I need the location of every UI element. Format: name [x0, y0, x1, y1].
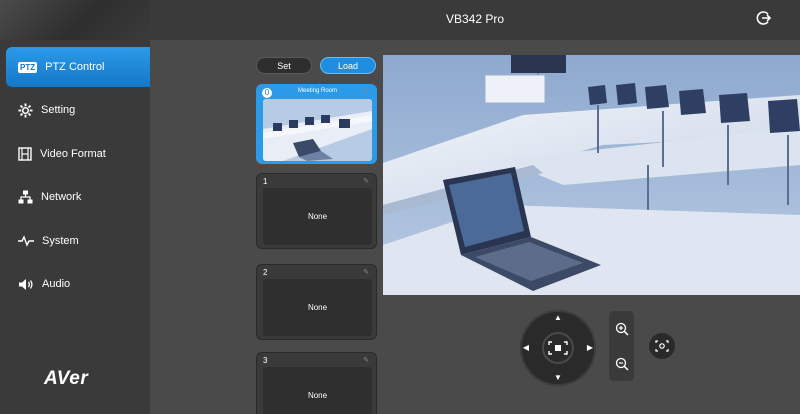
preset-number: 2 [263, 268, 268, 277]
sidebar-item-label: System [42, 235, 79, 247]
zoom-control [609, 311, 634, 381]
preset-number: 3 [263, 356, 268, 365]
sidebar-item-video-format[interactable]: Video Format [0, 134, 150, 174]
focus-button[interactable] [649, 333, 675, 359]
sidebar-item-label: Video Format [40, 148, 106, 160]
edit-pencil-icon[interactable]: ✎ [363, 268, 369, 276]
edit-pencil-icon[interactable]: ✎ [363, 177, 369, 185]
preset-slot-1[interactable]: 1 ✎ None [256, 173, 377, 249]
focus-icon [655, 340, 669, 352]
sidebar-item-system[interactable]: System [0, 221, 150, 261]
down-arrow-icon[interactable]: ▼ [552, 373, 564, 383]
up-arrow-icon[interactable]: ▲ [552, 313, 564, 323]
sidebar-item-audio[interactable]: Audio [0, 264, 150, 304]
sidebar: PTZ PTZ Control Setting Video Format Net… [0, 0, 150, 414]
preset-number: 1 [263, 177, 268, 186]
network-icon [18, 190, 33, 204]
preset-thumbnail: None [263, 188, 372, 245]
page-title: VB342 Pro [445, 12, 505, 26]
film-icon [18, 147, 32, 161]
aver-logo: AVer [44, 368, 89, 389]
load-button[interactable]: Load [320, 57, 376, 74]
home-icon[interactable] [548, 341, 568, 355]
top-bar: VB342 Pro [150, 0, 800, 40]
pulse-icon [18, 235, 34, 247]
preset-slot-3[interactable]: 3 ✎ None [256, 352, 377, 414]
preset-slot-0[interactable]: 0 Meeting Room ✎ [256, 84, 377, 164]
zoom-out-icon [615, 357, 629, 371]
set-button[interactable]: Set [256, 57, 312, 74]
preset-name: Meeting Room [297, 88, 338, 94]
sidebar-item-setting[interactable]: Setting [0, 90, 150, 130]
zoom-in-icon [615, 322, 629, 336]
edit-pencil-icon[interactable]: ✎ [363, 356, 369, 364]
ptz-icon: PTZ [18, 61, 38, 73]
preset-thumbnail [263, 99, 372, 161]
sidebar-item-label: Audio [42, 278, 71, 290]
zoom-out-button[interactable] [611, 349, 632, 379]
gear-icon [18, 102, 33, 118]
preset-thumbnail: None [263, 279, 372, 336]
edit-pencil-icon[interactable]: ✎ [363, 88, 369, 96]
meeting-room-thumbnail [263, 99, 372, 161]
left-arrow-icon[interactable]: ◀ [521, 343, 531, 355]
live-video-view[interactable] [383, 55, 800, 295]
sidebar-item-label: PTZ Control [45, 61, 105, 73]
sidebar-item-label: Setting [41, 104, 76, 116]
logout-icon[interactable] [756, 10, 772, 26]
sidebar-header [0, 0, 150, 40]
speaker-icon [19, 278, 33, 290]
sidebar-item-ptz-control[interactable]: PTZ PTZ Control [6, 47, 150, 87]
preset-thumbnail: None [263, 367, 372, 414]
app-root: PTZ PTZ Control Setting Video Format Net… [0, 0, 800, 414]
sidebar-item-network[interactable]: Network [0, 177, 150, 217]
right-arrow-icon[interactable]: ▶ [585, 343, 595, 355]
sidebar-item-label: Network [41, 191, 82, 203]
preset-slot-2[interactable]: 2 ✎ None [256, 264, 377, 340]
meeting-room-scene [383, 55, 800, 295]
zoom-in-button[interactable] [611, 314, 632, 344]
